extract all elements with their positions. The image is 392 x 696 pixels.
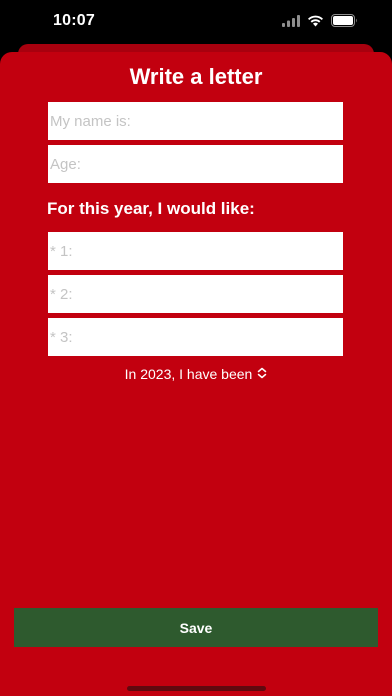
page-title: Write a letter [129, 64, 263, 89]
wish-2-input[interactable] [48, 275, 343, 313]
chevron-up-down-icon [257, 366, 267, 382]
behavior-picker[interactable]: In 2023, I have been [0, 366, 392, 382]
behavior-picker-label: In 2023, I have been [124, 366, 253, 382]
status-icons [282, 14, 358, 32]
battery-icon [331, 14, 358, 32]
status-time: 10:07 [53, 12, 95, 29]
signal-icon [282, 14, 300, 32]
name-input[interactable] [48, 102, 343, 140]
wishes-label: For this year, I would like: [47, 199, 255, 218]
wish-1-input[interactable] [48, 232, 343, 270]
wish-3-input[interactable] [48, 318, 343, 356]
home-indicator [127, 686, 266, 691]
status-bar: 10:07 [0, 0, 392, 44]
wifi-icon [307, 14, 324, 32]
save-button[interactable]: Save [14, 608, 378, 647]
age-input[interactable] [48, 145, 343, 183]
letter-sheet: Write a letter For this year, I would li… [0, 52, 392, 696]
